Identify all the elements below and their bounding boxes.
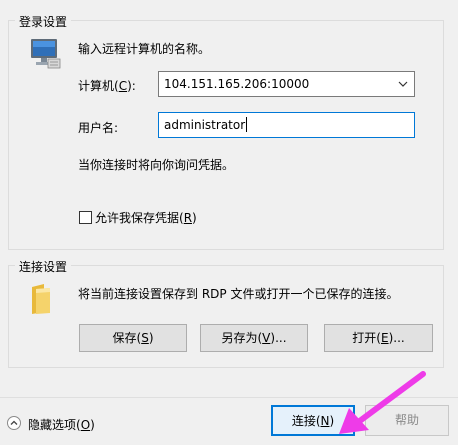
computer-combobox[interactable]: 104.151.165.206:10000 <box>158 71 415 97</box>
username-label: 用户名: <box>78 121 119 135</box>
save-button[interactable]: 保存(S) <box>79 324 187 352</box>
computer-label: 计算机(C): <box>78 79 136 93</box>
username-field[interactable]: administrator <box>158 112 415 138</box>
folder-icon <box>28 282 56 316</box>
connection-description: 将当前连接设置保存到 RDP 文件或打开一个已保存的连接。 <box>78 287 399 301</box>
allow-save-label[interactable]: 允许我保存凭据(R) <box>95 209 197 226</box>
open-button[interactable]: 打开(E)... <box>324 324 433 352</box>
username-value: administrator <box>164 118 246 132</box>
login-settings-title: 登录设置 <box>15 13 72 30</box>
arrow-icon <box>335 368 430 438</box>
monitor-computer-icon <box>28 37 62 71</box>
intro-text: 输入远程计算机的名称。 <box>78 42 211 56</box>
hide-options-link[interactable]: 隐藏选项(O) <box>28 416 95 433</box>
allow-save-checkbox[interactable] <box>79 211 92 224</box>
credential-note: 当你连接时将向你询问凭据。 <box>78 158 235 172</box>
text-caret <box>246 117 248 132</box>
computer-value: 104.151.165.206:10000 <box>164 77 310 91</box>
login-settings-group: 登录设置 输入远程计算机的名称。 计算机(C): 104.151.165.206… <box>8 13 444 250</box>
chevron-up-icon[interactable] <box>7 416 21 430</box>
connection-settings-group: 连接设置 将当前连接设置保存到 RDP 文件或打开一个已保存的连接。 保存(S)… <box>8 258 444 368</box>
save-as-button[interactable]: 另存为(V)... <box>200 324 308 352</box>
chevron-down-icon[interactable] <box>398 72 408 104</box>
connection-settings-title: 连接设置 <box>15 258 72 275</box>
